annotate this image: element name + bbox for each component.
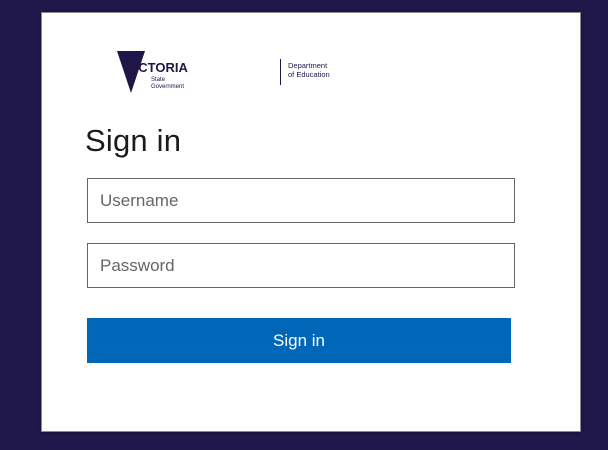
logo-government: Government <box>151 84 184 90</box>
logo-wordmark: VICTORIA <box>126 60 188 75</box>
username-input[interactable] <box>87 178 515 223</box>
sign-in-button[interactable]: Sign in <box>87 318 511 363</box>
victoria-triangle-logo-icon: VICTORIA State Government <box>117 51 188 93</box>
department-line1: Department <box>288 61 328 70</box>
password-input[interactable] <box>87 243 515 288</box>
logo-divider <box>280 59 281 85</box>
department-line2: of Education <box>288 70 330 79</box>
vic-gov-logo: VICTORIA State Government Department of … <box>117 49 330 97</box>
page-title: Sign in <box>85 123 182 158</box>
logo-state: State <box>151 77 166 83</box>
department-name: Department of Education <box>288 61 330 79</box>
sign-in-card: VICTORIA State Government Department of … <box>41 12 581 432</box>
